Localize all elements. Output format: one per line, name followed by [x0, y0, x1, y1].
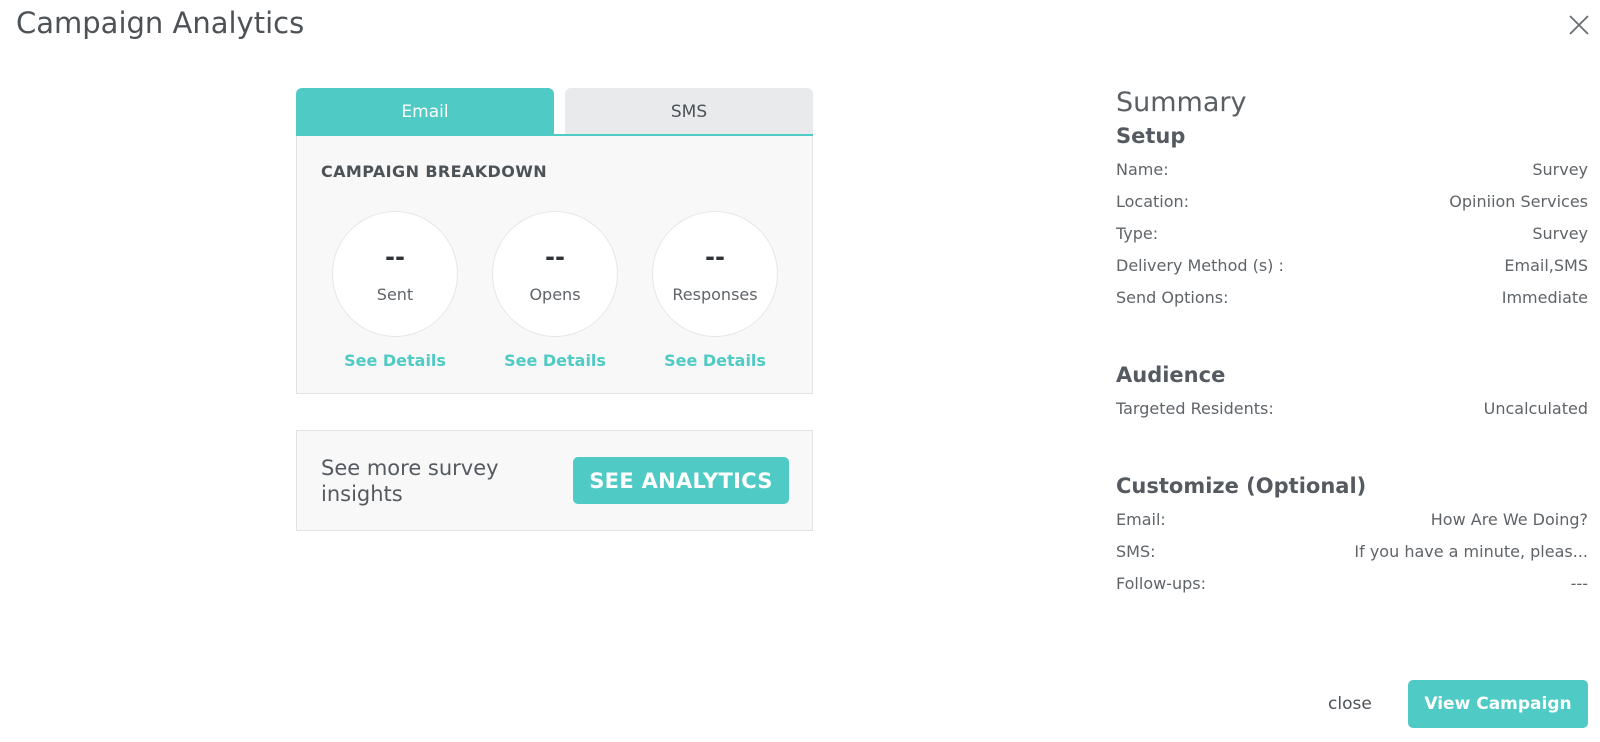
summary-row: Send Options: Immediate: [1116, 282, 1588, 314]
setup-heading: Setup: [1116, 124, 1186, 148]
row-value: How Are We Doing?: [1430, 510, 1588, 529]
row-value: Survey: [1532, 224, 1588, 243]
row-label: Location:: [1116, 192, 1190, 211]
see-details-opens-link[interactable]: See Details: [492, 351, 618, 370]
campaign-breakdown-panel: CAMPAIGN BREAKDOWN -- Sent See Details -…: [296, 136, 813, 394]
summary-row: SMS: If you have a minute, pleas...: [1116, 536, 1588, 568]
row-value: If you have a minute, pleas...: [1354, 542, 1588, 561]
row-value: Survey: [1532, 160, 1588, 179]
customize-section: Customize (Optional) Email: How Are We Do…: [1116, 472, 1588, 600]
summary-row: Targeted Residents: Uncalculated: [1116, 393, 1588, 425]
channel-tabs: Email SMS: [296, 88, 813, 136]
row-label: Targeted Residents:: [1116, 399, 1274, 418]
row-value: ---: [1570, 574, 1588, 593]
metric-value: --: [545, 242, 565, 271]
summary-row: Type: Survey: [1116, 218, 1588, 250]
tab-email[interactable]: Email: [296, 88, 554, 136]
metric-sent: -- Sent See Details: [332, 211, 458, 370]
audience-heading: Audience: [1116, 363, 1226, 387]
metric-circle: -- Opens: [492, 211, 618, 337]
campaign-analytics-modal: Campaign Analytics Email SMS CAMPAIGN BR…: [0, 0, 1600, 742]
metric-circle: -- Responses: [652, 211, 778, 337]
row-label: Email:: [1116, 510, 1166, 529]
summary-row: Follow-ups: ---: [1116, 568, 1588, 600]
close-button[interactable]: close: [1328, 694, 1372, 714]
modal-title: Campaign Analytics: [16, 6, 305, 40]
audience-section: Audience Targeted Residents: Uncalculated: [1116, 361, 1588, 425]
metric-value: --: [705, 242, 725, 271]
metric-label: Opens: [529, 284, 581, 304]
row-label: Delivery Method (s) :: [1116, 256, 1284, 275]
see-analytics-button[interactable]: SEE ANALYTICS: [573, 457, 789, 504]
summary-heading: Summary: [1116, 87, 1247, 118]
summary-row: Name: Survey: [1116, 154, 1588, 186]
metric-label: Responses: [672, 284, 758, 304]
see-details-sent-link[interactable]: See Details: [332, 351, 458, 370]
row-label: Follow-ups:: [1116, 574, 1206, 593]
breakdown-title: CAMPAIGN BREAKDOWN: [321, 162, 548, 181]
summary-panel: Summary Setup Name: Survey Location: Opini…: [1116, 86, 1588, 593]
insights-panel: See more survey insights SEE ANALYTICS: [296, 430, 813, 531]
row-value: Opiniion Services: [1449, 192, 1588, 211]
row-value: Email,SMS: [1504, 256, 1588, 275]
view-campaign-button[interactable]: View Campaign: [1408, 680, 1588, 728]
row-label: Send Options:: [1116, 288, 1229, 307]
metric-circle: -- Sent: [332, 211, 458, 337]
close-icon[interactable]: [1568, 14, 1590, 36]
customize-heading: Customize (Optional): [1116, 474, 1367, 498]
summary-row: Delivery Method (s) : Email,SMS: [1116, 250, 1588, 282]
row-value: Uncalculated: [1483, 399, 1588, 418]
tab-sms[interactable]: SMS: [565, 88, 813, 136]
row-label: SMS:: [1116, 542, 1156, 561]
insights-text: See more survey insights: [321, 456, 499, 506]
metric-label: Sent: [376, 284, 414, 304]
row-label: Name:: [1116, 160, 1169, 179]
metric-responses: -- Responses See Details: [652, 211, 778, 370]
summary-row: Location: Opiniion Services: [1116, 186, 1588, 218]
setup-section: Setup Name: Survey Location: Opiniion Serv…: [1116, 122, 1588, 314]
see-details-responses-link[interactable]: See Details: [652, 351, 778, 370]
row-value: Immediate: [1501, 288, 1588, 307]
row-label: Type:: [1116, 224, 1159, 243]
summary-row: Email: How Are We Doing?: [1116, 504, 1588, 536]
metric-opens: -- Opens See Details: [492, 211, 618, 370]
metric-value: --: [385, 242, 405, 271]
